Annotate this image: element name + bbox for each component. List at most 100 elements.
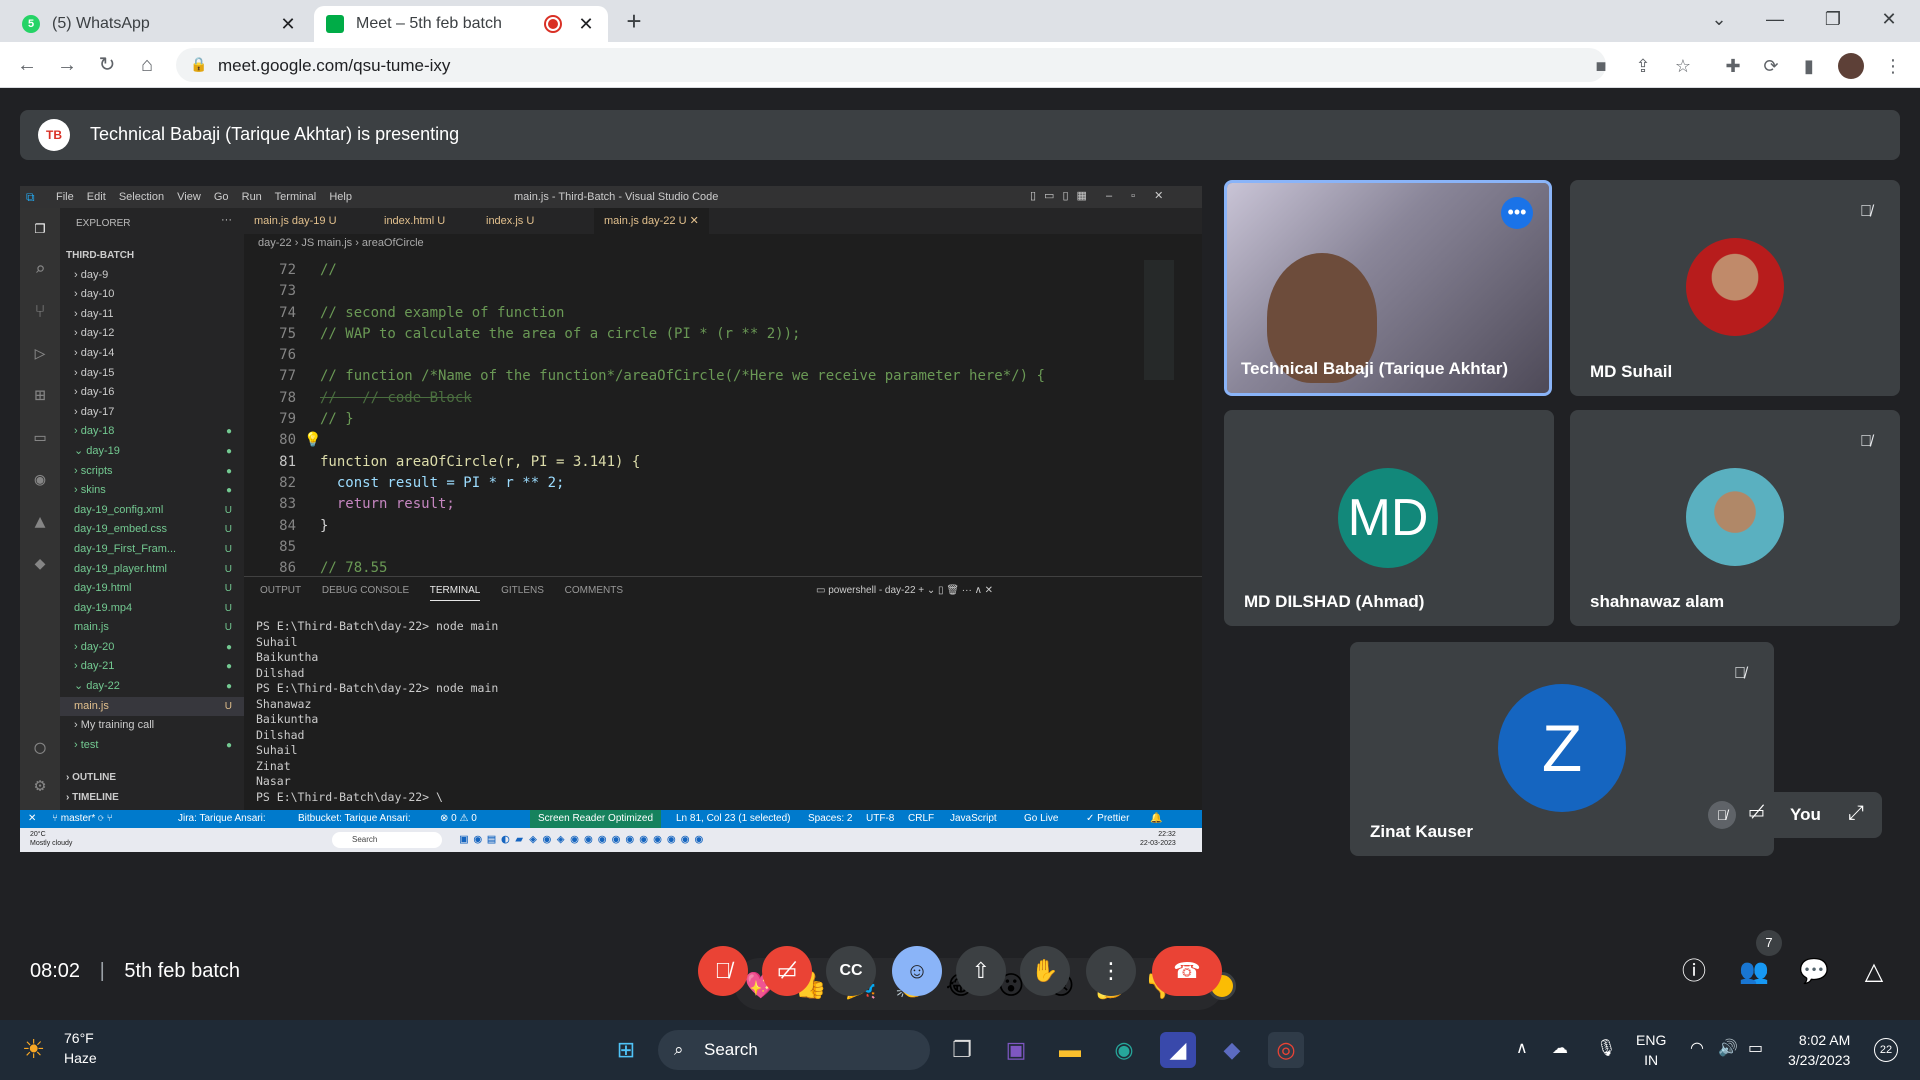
chrome-icon[interactable]: ◎: [1268, 1032, 1304, 1068]
minimize-button[interactable]: —: [1752, 0, 1798, 38]
breadcrumb[interactable]: day-22 › JS main.js › areaOfCircle: [258, 237, 424, 249]
participant-tile[interactable]: 🎙̸ shahnawaz alam: [1570, 410, 1900, 626]
raise-hand-button[interactable]: ✋: [1020, 946, 1070, 996]
tree-item[interactable]: › day-14: [60, 344, 244, 364]
timeline-section[interactable]: › TIMELINE: [66, 792, 119, 803]
task-view-icon[interactable]: ❐: [944, 1032, 980, 1068]
menu-file[interactable]: File: [56, 191, 74, 203]
editor-tab[interactable]: main.js day-19 U: [244, 208, 347, 234]
people-icon[interactable]: 👥: [1734, 952, 1774, 992]
jira-status[interactable]: Jira: Tarique Ansari:: [178, 810, 266, 828]
manage-gear-icon[interactable]: ⚙: [28, 774, 52, 798]
share-icon[interactable]: ⇪: [1630, 53, 1656, 79]
golive-status[interactable]: Go Live: [1024, 810, 1058, 828]
sidepanel-icon[interactable]: ▮: [1796, 53, 1822, 79]
tree-item[interactable]: ⌄ day-19 ●: [60, 442, 244, 462]
tray-chevron-icon[interactable]: ∧: [1516, 1038, 1528, 1058]
prettier-status[interactable]: ✓ Prettier: [1086, 810, 1129, 828]
menu-kebab-icon[interactable]: ⋮: [1880, 53, 1906, 79]
present-screen-button[interactable]: ⇧: [956, 946, 1006, 996]
taskbar-search[interactable]: ⌕ Search: [658, 1030, 930, 1070]
edge-icon[interactable]: ◉: [1106, 1032, 1142, 1068]
system-clock[interactable]: 8:02 AM 3/23/2023: [1788, 1030, 1850, 1070]
menu-edit[interactable]: Edit: [87, 191, 106, 203]
tree-item[interactable]: › day-10: [60, 285, 244, 305]
gitlens-icon[interactable]: ◉: [28, 468, 52, 492]
tab-meet[interactable]: Meet – 5th feb batch ✕: [314, 6, 608, 42]
onedrive-icon[interactable]: ☁: [1552, 1038, 1568, 1058]
panel-tab-gitlens[interactable]: GITLENS: [501, 585, 544, 596]
captions-button[interactable]: CC: [826, 946, 876, 996]
forward-button[interactable]: →: [52, 50, 82, 80]
tree-item[interactable]: day-19.html U: [60, 579, 244, 599]
mic-icon[interactable]: 🎙: [1596, 1038, 1616, 1058]
minimap[interactable]: [1144, 260, 1174, 380]
search-icon[interactable]: ⌕: [28, 258, 52, 282]
panel-tab-debug[interactable]: DEBUG CONSOLE: [322, 585, 409, 596]
sync-icon[interactable]: ⟳: [1758, 53, 1784, 79]
home-button[interactable]: ⌂: [132, 50, 162, 80]
tree-item[interactable]: › day-18 ●: [60, 422, 244, 442]
lock-icon[interactable]: 🔒: [190, 56, 207, 73]
back-button[interactable]: ←: [12, 50, 42, 80]
remote-explorer-icon[interactable]: ▭: [28, 426, 52, 450]
indent-status[interactable]: Spaces: 2: [808, 810, 852, 828]
code-view[interactable]: 72// 73 74// second example of function …: [244, 260, 1144, 579]
mic-toggle-button[interactable]: 🎙̸: [698, 946, 748, 996]
account-icon[interactable]: ◯: [28, 736, 52, 760]
menu-go[interactable]: Go: [214, 191, 229, 203]
camera-toggle-button[interactable]: ▭̸: [762, 946, 812, 996]
extensions-icon[interactable]: ✚: [1720, 53, 1746, 79]
remote-icon[interactable]: ✕: [28, 810, 36, 828]
terminal-selector[interactable]: ▭ powershell - day-22 + ⌄ ▯ 🗑 ··· ∧ ✕: [816, 585, 993, 596]
notification-bell-icon[interactable]: 🔔: [1150, 810, 1162, 828]
address-bar[interactable]: 🔒 meet.google.com/qsu-tume-ixy: [176, 48, 1606, 82]
tree-item[interactable]: › scripts ●: [60, 462, 244, 482]
tree-item[interactable]: › day-9: [60, 266, 244, 286]
tree-item[interactable]: › day-17: [60, 403, 244, 423]
tab-search-icon[interactable]: ⌄: [1696, 0, 1742, 38]
tree-item[interactable]: › day-15: [60, 364, 244, 384]
participant-tile[interactable]: 🎙̸ MD Suhail: [1570, 180, 1900, 396]
terminal-output[interactable]: PS E:\Third-Batch\day-22> node main Suha…: [256, 619, 498, 805]
wifi-icon[interactable]: ◠: [1690, 1038, 1704, 1058]
testing-icon[interactable]: ▲: [28, 510, 52, 534]
camera-icon[interactable]: ■: [1588, 53, 1614, 79]
tree-item[interactable]: › day-12: [60, 324, 244, 344]
editor-tab-active[interactable]: main.js day-22 U ✕: [594, 208, 709, 234]
bookmark-star-icon[interactable]: ☆: [1670, 53, 1696, 79]
tree-item[interactable]: day-19_First_Fram... U: [60, 540, 244, 560]
file-explorer-icon[interactable]: ▬: [1052, 1032, 1088, 1068]
eol-status[interactable]: CRLF: [908, 810, 934, 828]
reload-button[interactable]: ↻: [92, 50, 122, 80]
tree-item[interactable]: day-19_config.xml U: [60, 501, 244, 521]
tree-item[interactable]: day-19.mp4 U: [60, 599, 244, 619]
tree-item[interactable]: › skins ●: [60, 481, 244, 501]
more-options-button[interactable]: ⋮: [1086, 946, 1136, 996]
leave-call-button[interactable]: ☎: [1152, 946, 1222, 996]
new-tab-button[interactable]: +: [618, 6, 650, 38]
notification-badge[interactable]: 22: [1874, 1038, 1898, 1062]
panel-tab-terminal[interactable]: TERMINAL: [429, 585, 481, 601]
menu-run[interactable]: Run: [242, 191, 262, 203]
tree-item[interactable]: ⌄ day-22 ●: [60, 677, 244, 697]
encoding-status[interactable]: UTF-8: [866, 810, 894, 828]
explorer-more-icon[interactable]: ···: [221, 214, 232, 226]
tree-item[interactable]: › test ●: [60, 736, 244, 756]
language-status[interactable]: JavaScript: [950, 810, 997, 828]
app-icon[interactable]: ◢: [1160, 1032, 1196, 1068]
menu-selection[interactable]: Selection: [119, 191, 164, 203]
participant-tile[interactable]: MD MD DILSHAD (Ahmad): [1224, 410, 1554, 626]
tree-item[interactable]: › day-16: [60, 383, 244, 403]
panel-tab-comments[interactable]: COMMENTS: [565, 585, 623, 596]
run-debug-icon[interactable]: ▷: [28, 342, 52, 366]
tree-item[interactable]: day-19_embed.css U: [60, 520, 244, 540]
expand-icon[interactable]: ⤢: [1848, 802, 1864, 825]
outline-section[interactable]: › OUTLINE: [66, 772, 116, 783]
tree-item[interactable]: › day-20 ●: [60, 638, 244, 658]
layout-icons[interactable]: ▯▭▯▦ – ▫ ✕: [1030, 189, 1171, 202]
tree-item[interactable]: › day-21 ●: [60, 657, 244, 677]
panel-tab-output[interactable]: OUTPUT: [260, 585, 301, 596]
tab-whatsapp[interactable]: 5 (5) WhatsApp ✕: [10, 6, 310, 42]
volume-icon[interactable]: 🔊: [1718, 1038, 1738, 1058]
